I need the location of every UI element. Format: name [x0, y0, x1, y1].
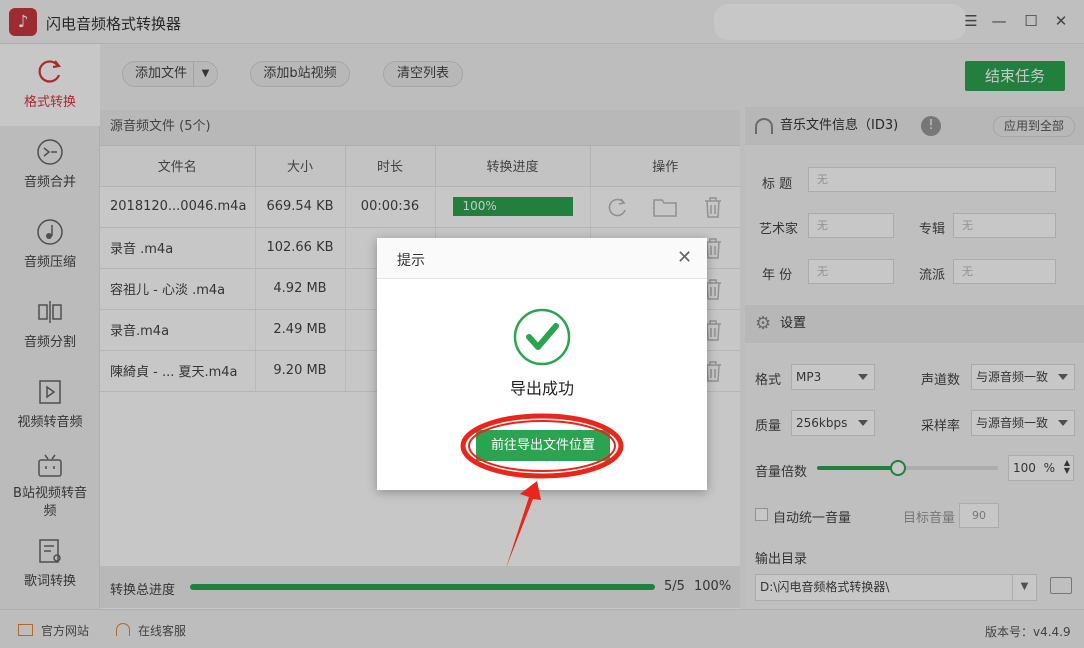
open-export-location-button[interactable]: 前往导出文件位置 [476, 430, 610, 461]
dialog-header: 提示 ✕ [377, 238, 707, 279]
dialog-title: 提示 [397, 253, 425, 269]
success-dialog: 提示 ✕ 导出成功 前往导出文件位置 [377, 238, 707, 490]
dialog-message: 导出成功 [509, 379, 574, 398]
dialog-close-icon[interactable]: ✕ [677, 247, 692, 268]
success-check-icon [513, 308, 571, 366]
